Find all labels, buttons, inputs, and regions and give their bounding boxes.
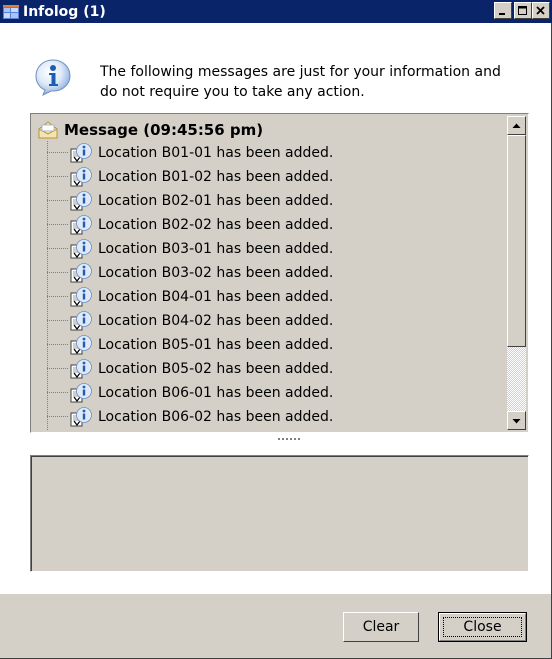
info-doc-icon [70,359,92,379]
tree-item-label: Location B02-01 has been added. [98,193,334,209]
infolog-app-icon [3,4,19,19]
tree-root-label: Message (09:45:56 pm) [64,121,264,139]
info-doc-icon [70,167,92,187]
arrow-down-icon [512,418,521,423]
tree-item-label: Location B03-02 has been added. [98,265,334,281]
tree-item-label: Location B04-02 has been added. [98,313,334,329]
info-doc-icon [70,143,92,163]
close-button[interactable]: Close [438,612,527,642]
clear-button[interactable]: Clear [343,612,419,642]
tree-item[interactable]: Location B04-01 has been added. [70,285,333,309]
tree-item[interactable]: Location B03-02 has been added. [70,261,333,285]
tree-item-label: Location B01-01 has been added. [98,145,334,161]
scroll-up-button[interactable] [507,116,526,135]
tree-item[interactable]: Location B02-01 has been added. [70,189,333,213]
tree-vertical-scrollbar[interactable] [507,116,526,430]
tree-item[interactable]: Location B01-02 has been added. [70,165,333,189]
tree-item[interactable]: Location B04-02 has been added. [70,309,333,333]
maximize-button[interactable] [514,2,532,19]
splitter-grip[interactable] [278,438,300,442]
minimize-button[interactable] [494,2,512,19]
close-window-button[interactable] [532,2,550,19]
tree-item-label: Location B06-02 has been added. [98,409,334,425]
detail-pane-inner [31,456,528,571]
tree-item-label: Location B05-01 has been added. [98,337,334,353]
tree-item[interactable]: Location B02-02 has been added. [70,213,333,237]
tree-item-label: Location B04-01 has been added. [98,289,334,305]
maximize-icon [518,5,527,15]
info-doc-icon [70,311,92,331]
tree-item-label: Location B01-02 has been added. [98,169,334,185]
info-icon [34,58,72,97]
close-icon [536,5,545,15]
title-bar[interactable]: Infolog (1) [0,0,552,23]
message-detail-pane[interactable] [30,455,529,572]
arrow-up-icon [512,123,521,128]
info-message-text: The following messages are just for your… [100,64,501,100]
info-doc-icon [70,407,92,427]
scroll-down-button[interactable] [507,411,526,430]
tree-item[interactable]: Location B03-01 has been added. [70,237,333,261]
info-doc-icon [70,215,92,235]
tree-item-label: Location B02-02 has been added. [98,217,334,233]
button-bar: Clear Close [0,594,551,658]
tree-item-label: Location B05-02 has been added. [98,361,334,377]
info-doc-icon [70,239,92,259]
tree-item[interactable]: Location B05-01 has been added. [70,333,333,357]
window-title: Infolog (1) [23,3,106,20]
info-doc-icon [70,383,92,403]
tree-item[interactable]: Location B06-02 has been added. [70,405,333,429]
tree-item[interactable]: Location B05-02 has been added. [70,357,333,381]
scrollbar-thumb[interactable] [507,135,526,347]
message-tree: Message (09:45:56 pm) Location B01-01 ha… [32,115,527,431]
tree-item-label: Location B06-01 has been added. [98,385,334,401]
info-doc-icon [70,287,92,307]
minimize-icon [499,12,505,15]
tree-item-label: Location B03-01 has been added. [98,241,334,257]
infolog-window: Infolog (1) The following messages are j… [0,0,552,659]
info-doc-icon [70,335,92,355]
caption-buttons [494,2,550,19]
info-doc-icon [70,263,92,283]
info-doc-icon [70,191,92,211]
clear-button-label: Clear [362,619,400,635]
tree-item[interactable]: Location B06-01 has been added. [70,381,333,405]
message-tree-panel[interactable]: Message (09:45:56 pm) Location B01-01 ha… [30,113,529,433]
tree-root-node[interactable]: Message (09:45:56 pm) [38,119,263,141]
close-button-label: Close [463,619,502,635]
tree-item[interactable]: Location B01-01 has been added. [70,141,333,165]
envelope-icon [38,121,58,139]
